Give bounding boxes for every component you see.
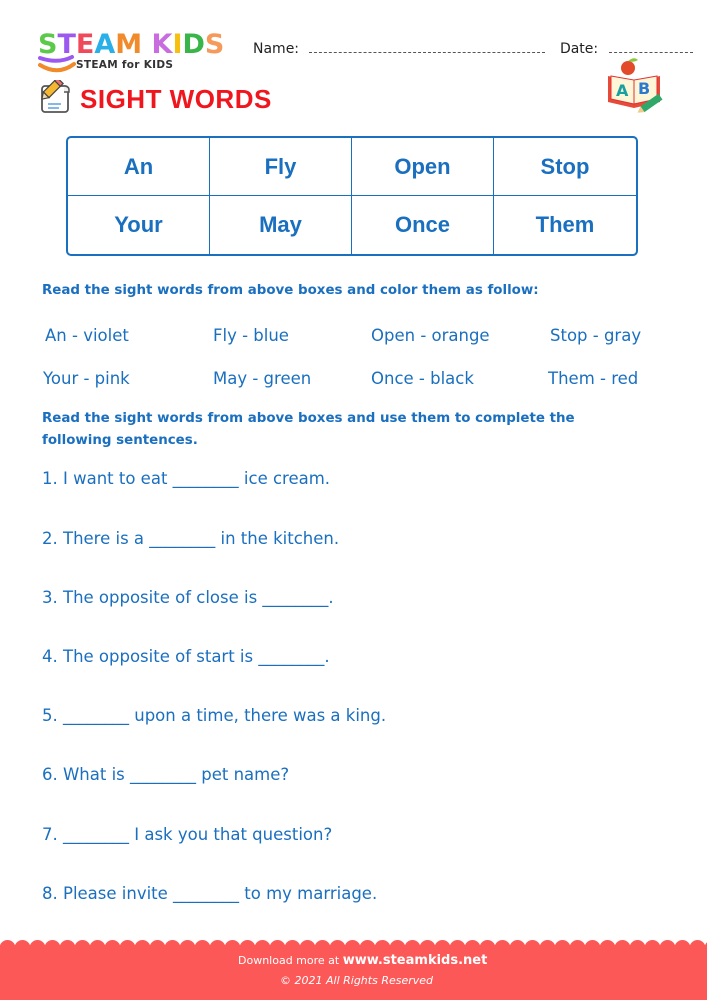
sentence-item: 6. What is ________ pet name? — [42, 765, 290, 784]
sentences-instruction: Read the sight words from above boxes an… — [42, 411, 575, 448]
date-field[interactable] — [608, 40, 693, 53]
footer-download-prefix: Download more at — [238, 954, 340, 967]
logo-tagline: STEAM for KIDS — [76, 59, 174, 71]
color-item: Your - pink — [43, 369, 130, 388]
color-item: Open - orange — [371, 326, 490, 345]
logo-letter: E — [75, 29, 95, 60]
footer-site-link[interactable]: www.steamkids.net — [343, 953, 488, 968]
sentence-item: 1. I want to eat ________ ice cream. — [42, 469, 331, 488]
footer-banner: Download more at www.steamkids.net © 202… — [0, 940, 707, 1000]
logo-letter: A — [94, 29, 116, 60]
word-cell: Once — [352, 196, 494, 254]
color-item: Once - black — [371, 369, 474, 388]
word-cell: Your — [68, 196, 210, 254]
logo-letter: D — [182, 29, 205, 60]
svg-text:B: B — [638, 79, 650, 98]
abc-book-icon: A B — [608, 58, 663, 113]
color-item: Fly - blue — [213, 326, 289, 345]
color-item: May - green — [213, 369, 312, 388]
name-label: Name: — [253, 41, 300, 57]
worksheet-pencil-icon — [41, 80, 70, 113]
color-item: Them - red — [548, 369, 639, 388]
scalloped-footer-bg — [0, 940, 707, 1000]
page-title: SIGHT WORDS — [80, 84, 272, 114]
logo-letter: M — [115, 29, 143, 60]
sentence-item: 8. Please invite ________ to my marriage… — [42, 884, 378, 903]
logo-letter: S — [204, 29, 225, 60]
logo-letter — [142, 30, 151, 60]
word-cell: May — [210, 196, 352, 254]
color-item: An - violet — [45, 326, 129, 345]
word-cell: Them — [535, 212, 595, 237]
logo-smile-icon — [38, 55, 76, 73]
word-cell: An — [68, 138, 210, 196]
sentence-item: 3. The opposite of close is ________. — [42, 588, 334, 607]
coloring-instruction: Read the sight words from above boxes an… — [42, 283, 539, 298]
word-cell: Open — [352, 138, 494, 196]
sentence-item: 5. ________ upon a time, there was a kin… — [42, 706, 387, 725]
sentence-item: 2. There is a ________ in the kitchen. — [42, 529, 340, 548]
word-cell: Stop — [494, 138, 636, 196]
name-date-row: Name: Date: — [253, 40, 693, 57]
footer-download: Download more at www.steamkids.net — [238, 953, 487, 968]
date-label: Date: — [559, 41, 599, 57]
sight-words-table: An Fly Open Stop Your May Once Them — [66, 136, 638, 256]
logo-letter: I — [172, 29, 183, 60]
sentence-item: 7. ________ I ask you that question? — [42, 825, 333, 844]
sentence-item: 4. The opposite of start is ________. — [42, 647, 330, 666]
footer-copyright: © 2021 All Rights Reserved — [280, 974, 434, 987]
steam-kids-logo: STEAM KIDS STEAM for KIDS — [38, 30, 238, 75]
name-field[interactable] — [309, 40, 546, 53]
logo-letter: K — [151, 29, 173, 60]
color-item: Stop - gray — [550, 326, 642, 345]
word-cell: Fly — [210, 138, 352, 196]
svg-text:A: A — [616, 81, 629, 100]
